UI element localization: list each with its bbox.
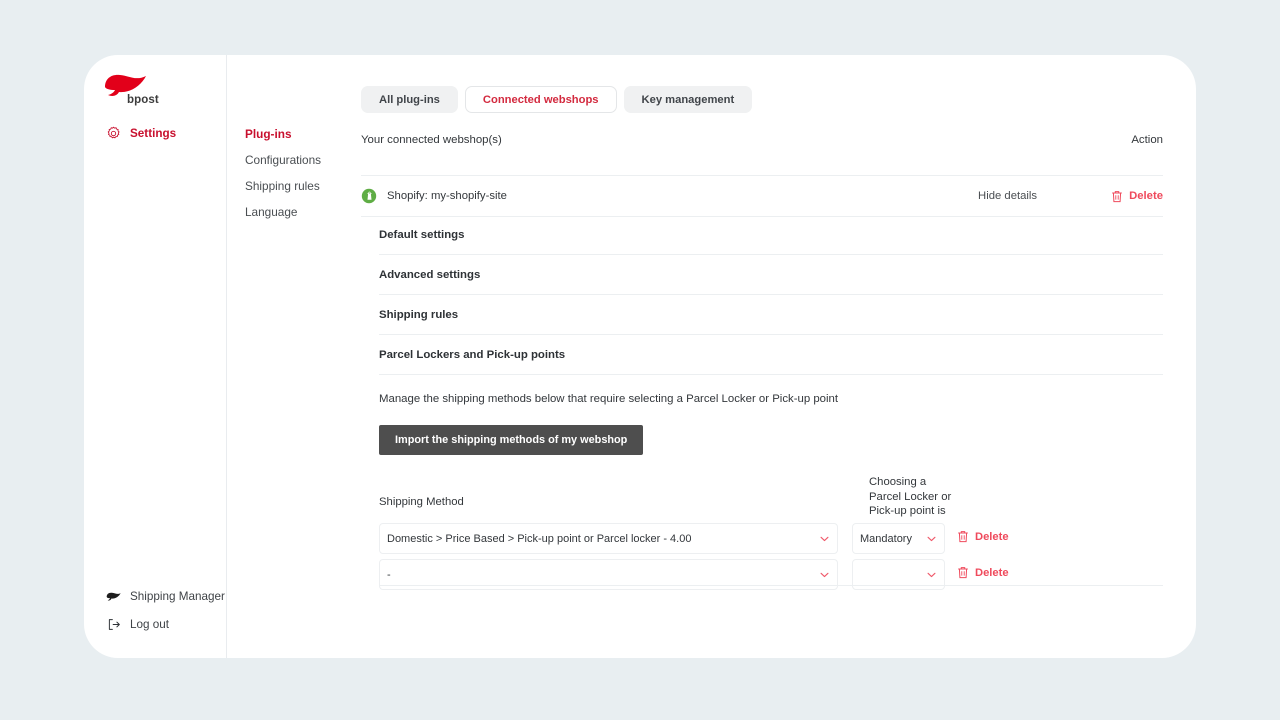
- shopify-icon: [361, 188, 377, 204]
- action-column-header: Action: [1131, 134, 1163, 146]
- hide-details-toggle[interactable]: Hide details: [978, 190, 1037, 202]
- accordion-label: Advanced settings: [379, 268, 481, 281]
- rail-item-label: Log out: [130, 618, 169, 631]
- accordion-label: Parcel Lockers and Pick-up points: [379, 348, 566, 361]
- accordion-shipping-rules[interactable]: Shipping rules: [379, 295, 1163, 335]
- trash-icon: [958, 531, 968, 543]
- brand-name: bpost: [127, 94, 159, 106]
- bpost-swoosh-icon: [106, 592, 121, 601]
- subnav-item-configurations[interactable]: Configurations: [245, 153, 321, 167]
- gear-icon: [107, 126, 120, 139]
- webshop-row-actions: Hide details Delete: [978, 190, 1163, 203]
- delete-row-button[interactable]: Delete: [957, 530, 1009, 543]
- subnav-item-plug-ins[interactable]: Plug-ins: [245, 127, 292, 141]
- import-shipping-methods-button[interactable]: Import the shipping methods of my websho…: [379, 425, 644, 455]
- chevron-down-icon: [820, 536, 829, 541]
- accordion-parcel-lockers[interactable]: Parcel Lockers and Pick-up points: [379, 335, 1163, 375]
- logout-icon: [108, 619, 120, 630]
- left-rail: bpost Settings Shipping Manager Log out: [84, 55, 227, 658]
- chevron-down-icon: [820, 572, 829, 577]
- list-title: Your connected webshop(s): [361, 134, 502, 146]
- chevron-down-icon: [927, 536, 936, 541]
- trash-icon: [958, 567, 968, 579]
- column-header-choosing: Choosing a Parcel Locker or Pick-up poin…: [869, 476, 952, 517]
- shipping-method-value: Domestic > Price Based > Pick-up point o…: [387, 532, 692, 545]
- webshop-row: Shopify: my-shopify-site Hide details De…: [361, 175, 1163, 217]
- parcel-section-description: Manage the shipping methods below that r…: [379, 393, 839, 405]
- rail-item-settings[interactable]: Settings: [106, 126, 176, 141]
- main-content: All plug-ins Connected webshops Key mana…: [361, 55, 1196, 658]
- trash-icon: [1112, 190, 1122, 202]
- app-card: bpost Settings Shipping Manager Log out …: [84, 55, 1196, 658]
- webshop-name: Shopify: my-shopify-site: [387, 190, 507, 202]
- rail-item-label: Settings: [130, 127, 177, 140]
- shipping-method-select[interactable]: Domestic > Price Based > Pick-up point o…: [379, 523, 838, 554]
- subnav-item-language[interactable]: Language: [245, 205, 298, 219]
- rail-item-label: Shipping Manager: [130, 590, 225, 603]
- tab-key-management[interactable]: Key management: [623, 86, 753, 113]
- table-bottom-divider: [379, 585, 1163, 586]
- chevron-down-icon: [927, 572, 936, 577]
- accordion-advanced-settings[interactable]: Advanced settings: [379, 255, 1163, 295]
- webshop-list-header: Your connected webshop(s) Action: [361, 134, 1163, 146]
- brand-logo: bpost: [103, 73, 173, 106]
- delete-webshop-button[interactable]: Delete: [1111, 190, 1163, 203]
- table-row: Domestic > Price Based > Pick-up point o…: [379, 523, 1163, 554]
- subnav-item-shipping-rules[interactable]: Shipping rules: [245, 179, 320, 193]
- tab-connected-webshops[interactable]: Connected webshops: [464, 86, 617, 113]
- rail-item-shipping-manager[interactable]: Shipping Manager: [106, 589, 225, 604]
- delete-label: Delete: [1129, 190, 1163, 202]
- tab-bar: All plug-ins Connected webshops Key mana…: [361, 86, 753, 113]
- accordion-default-settings[interactable]: Default settings: [379, 215, 1163, 255]
- accordion-label: Shipping rules: [379, 308, 459, 321]
- choosing-requirement-value: Mandatory: [860, 532, 912, 545]
- delete-label: Delete: [975, 566, 1009, 579]
- delete-label: Delete: [975, 530, 1009, 543]
- delete-row-button[interactable]: Delete: [957, 566, 1009, 579]
- tab-all-plug-ins[interactable]: All plug-ins: [361, 86, 458, 113]
- rail-item-logout[interactable]: Log out: [106, 617, 169, 632]
- accordion-label: Default settings: [379, 228, 465, 241]
- column-header-shipping-method: Shipping Method: [379, 496, 464, 508]
- choosing-requirement-select[interactable]: Mandatory: [852, 523, 945, 554]
- shipping-method-value: -: [387, 568, 391, 581]
